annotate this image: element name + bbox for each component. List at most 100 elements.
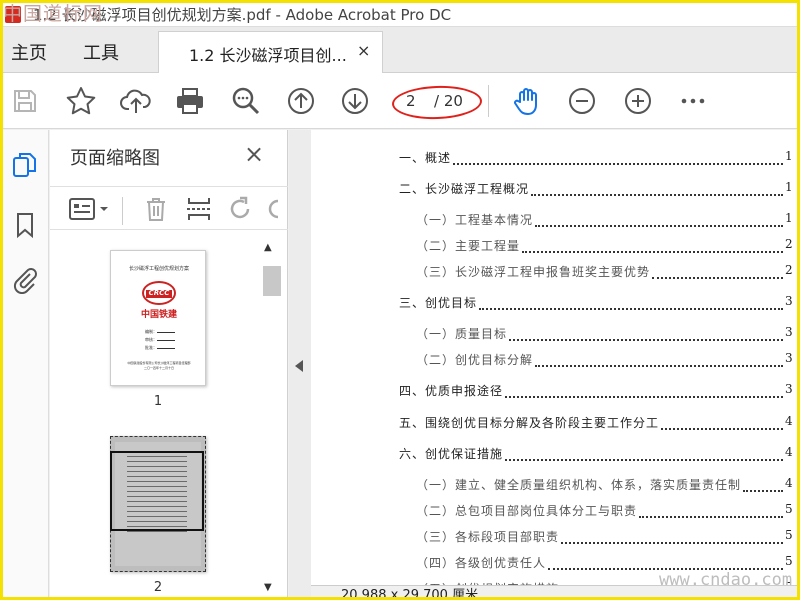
toc-entry[interactable]: 六、创优保证措施 4: [311, 445, 797, 467]
thumbnail-toolbar: [50, 186, 288, 230]
toc-entry[interactable]: （一）质量目标 3: [311, 325, 797, 347]
toc-entry-title: （一）质量目标: [416, 327, 508, 341]
footer-line: 二〇一四年十二月十日: [143, 366, 174, 370]
scroll-down-icon[interactable]: ▼: [264, 582, 272, 593]
toc-entry-title: （三）长沙磁浮工程申报鲁班奖主要优势: [416, 265, 651, 279]
bookmark-icon[interactable]: [10, 210, 40, 240]
toc-leader-dots: [479, 308, 783, 310]
extract-page-icon[interactable]: [184, 195, 214, 223]
attachment-icon[interactable]: [10, 264, 40, 295]
toc-leader-dots: [535, 365, 783, 367]
toc-entry-title: （二）总包项目部岗位具体分工与职责: [416, 504, 638, 518]
close-tab-icon[interactable]: ×: [357, 41, 370, 60]
toc-leader-dots: [743, 490, 783, 492]
toc-page-number: 3: [785, 325, 793, 339]
upload-icon[interactable]: [120, 85, 152, 117]
cover-fields: 编制： 审核： 批准：: [145, 328, 175, 352]
toc-entry-title: 六、创优保证措施: [399, 447, 504, 461]
toc-leader-dots: [652, 277, 783, 279]
toc-page-number: 1: [785, 211, 793, 225]
page-thumbnail-2[interactable]: [110, 436, 206, 572]
page-size-label: 20.988 x 29.700 厘米: [341, 588, 479, 600]
toc-page-number: 1: [785, 180, 793, 194]
crcc-logo: CRCC: [142, 281, 176, 305]
toc-entry-title: 四、优质申报途径: [399, 384, 504, 398]
toc-entry[interactable]: （二）主要工程量 2: [311, 237, 797, 259]
options-menu-icon[interactable]: [68, 195, 112, 223]
toc-page-number: 3: [785, 382, 793, 396]
thumbnail-page-number-2: 2: [153, 580, 163, 595]
toc-page-number: 4: [785, 445, 793, 459]
prev-page-icon[interactable]: [285, 85, 317, 117]
rotate-page-icon[interactable]: [226, 195, 254, 223]
toc-entry[interactable]: （一）工程基本情况 1: [311, 211, 797, 233]
visible-area-frame[interactable]: [110, 451, 204, 531]
hand-icon[interactable]: [511, 85, 543, 117]
toc-page-number: 4: [785, 414, 793, 428]
field-label: 批准：: [145, 345, 157, 350]
toc-leader-dots: [661, 428, 783, 430]
scrollbar-thumb[interactable]: [263, 266, 281, 296]
next-page-icon[interactable]: [339, 85, 371, 117]
toc-leader-dots: [531, 194, 783, 196]
logo-text: CRCC: [148, 289, 170, 297]
zoom-in-icon[interactable]: [622, 85, 654, 117]
tab-home[interactable]: 主页: [11, 39, 47, 65]
document-tab-label: 1.2 长沙磁浮项目创...: [189, 46, 347, 65]
tab-document[interactable]: 1.2 长沙磁浮项目创... ×: [158, 31, 383, 73]
toc-leader-dots: [505, 396, 783, 398]
toc-entry[interactable]: 五、围绕创优目标分解及各阶段主要工作分工 4: [311, 414, 797, 436]
toc-entry[interactable]: （二）创优目标分解 3: [311, 351, 797, 373]
toc-leader-dots: [509, 339, 783, 341]
toc-entry-title: （三）各标段项目部职责: [416, 530, 560, 544]
toc-leader-dots: [639, 516, 783, 518]
toc-leader-dots: [453, 163, 783, 165]
cover-footer: 中国铁建股份有限公司长沙磁浮工程项目经理部 二〇一四年十二月十日: [111, 361, 207, 371]
toc-entry[interactable]: （三）长沙磁浮工程申报鲁班奖主要优势 2: [311, 263, 797, 285]
company-name: 中国铁建: [140, 310, 177, 320]
print-icon[interactable]: [174, 85, 206, 117]
panel-collapse-strip[interactable]: [289, 130, 311, 597]
toc-entry-title: 三、创优目标: [399, 296, 478, 310]
thumbnail-panel: 页面缩略图 × 长沙磁浮工程创优规划方案 CRCC 中国铁建 编制： 审核： 批…: [50, 130, 288, 597]
toc-page-number: 5: [785, 554, 793, 568]
delete-page-icon[interactable]: [142, 195, 170, 223]
toc-entry[interactable]: （一）建立、健全质量组织机构、体系，落实质量责任制 4: [311, 476, 797, 498]
page-thumbnails-icon[interactable]: [10, 150, 40, 180]
save-icon[interactable]: [9, 85, 41, 117]
field-label: 编制：: [145, 329, 157, 334]
toc-page-number: 2: [785, 263, 793, 277]
toc-entry[interactable]: 二、长沙磁浮工程概况 1: [311, 180, 797, 202]
toc-entry-title: （一）工程基本情况: [416, 213, 534, 227]
zoom-search-icon[interactable]: [230, 85, 262, 117]
collapse-arrow-icon[interactable]: [295, 360, 303, 372]
scroll-up-icon[interactable]: ▲: [264, 242, 272, 253]
rotate-right-icon[interactable]: [266, 195, 288, 223]
toc-entry[interactable]: 四、优质申报途径 3: [311, 382, 797, 404]
toc-entry-title: 二、长沙磁浮工程概况: [399, 182, 530, 196]
more-icon[interactable]: [677, 85, 709, 117]
toc-entry-title: （二）主要工程量: [416, 239, 521, 253]
toc-leader-dots: [535, 225, 783, 227]
toc-leader-dots: [561, 542, 783, 544]
title-bar: 1.2 长沙磁浮项目创优规划方案.pdf - Adobe Acrobat Pro…: [3, 3, 797, 27]
star-icon[interactable]: [65, 85, 97, 117]
tools-separator: [122, 197, 123, 225]
toc-leader-dots: [522, 251, 783, 253]
tab-tools[interactable]: 工具: [83, 39, 119, 65]
toc-entry[interactable]: 三、创优目标 3: [311, 294, 797, 316]
toolbar-separator: [488, 85, 489, 117]
toc-entry[interactable]: （二）总包项目部岗位具体分工与职责 5: [311, 502, 797, 524]
zoom-out-icon[interactable]: [566, 85, 598, 117]
toc-entry[interactable]: （三）各标段项目部职责 5: [311, 528, 797, 550]
document-view[interactable]: 一、概述 1 二、长沙磁浮工程概况 1 （一）工程基本情况 1 （二）主要工程量 2 （三）长沙…: [311, 130, 797, 590]
toc-page-number: 2: [785, 237, 793, 251]
toc-entry[interactable]: 一、概述 1: [311, 149, 797, 171]
page-thumbnail-1[interactable]: 长沙磁浮工程创优规划方案 CRCC 中国铁建 编制： 审核： 批准： 中国铁建股…: [110, 250, 206, 386]
toc-page-number: 3: [785, 351, 793, 365]
toc-leader-dots: [505, 459, 783, 461]
cover-title: 长沙磁浮工程创优规划方案: [128, 266, 189, 272]
close-panel-icon[interactable]: ×: [244, 140, 264, 168]
tab-bar: 主页 工具 1.2 长沙磁浮项目创... ×: [3, 27, 797, 73]
field-label: 审核：: [145, 337, 157, 342]
